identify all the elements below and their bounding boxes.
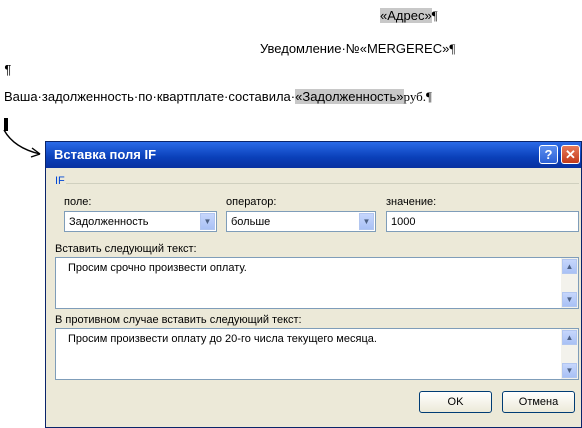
empty-paragraph: ¶: [4, 62, 11, 77]
value-label: значение:: [386, 196, 437, 208]
ok-button[interactable]: OK: [419, 391, 492, 413]
debt-line: Ваша·задолженность·по·квартплате·состави…: [4, 89, 432, 105]
insert-if-dialog: Вставка поля IF ? ✕ IF поле: Задолженнос…: [45, 141, 582, 428]
else-text-content: Просим произвести оплату до 20-го числа …: [68, 333, 377, 345]
cancel-button[interactable]: Отмена: [502, 391, 575, 413]
close-button[interactable]: ✕: [561, 145, 580, 164]
operator-combobox[interactable]: больше ▼: [226, 211, 376, 232]
field-label: поле:: [64, 196, 92, 208]
insert-text-content: Просим срочно произвести оплату.: [68, 262, 247, 274]
value-input[interactable]: 1000: [386, 211, 579, 232]
address-line: «Адрес»¶: [380, 8, 438, 24]
scroll-down-icon[interactable]: ▼: [562, 363, 577, 378]
address-field: «Адрес»: [380, 8, 432, 23]
value-text: 1000: [391, 216, 416, 228]
field-combobox[interactable]: Задолженность ▼: [64, 211, 217, 232]
group-divider: [66, 183, 579, 185]
else-scrollbar[interactable]: ▲ ▼: [561, 329, 578, 379]
debt-suffix: руб.: [403, 89, 427, 104]
help-button[interactable]: ?: [539, 145, 558, 164]
operator-value: больше: [231, 216, 271, 228]
scroll-up-icon[interactable]: ▲: [562, 259, 577, 274]
dropdown-arrow-icon[interactable]: ▼: [200, 213, 215, 230]
paragraph-mark: ¶: [449, 41, 456, 56]
debt-field: «Задолженность»: [295, 89, 404, 104]
else-text-label: В противном случае вставить следующий те…: [55, 314, 302, 326]
dialog-titlebar[interactable]: Вставка поля IF ? ✕: [46, 142, 581, 168]
arrow-pointer-icon: [3, 129, 41, 158]
insert-text-area[interactable]: Просим срочно произвести оплату. ▲ ▼: [55, 257, 579, 309]
dialog-title: Вставка поля IF: [54, 147, 157, 162]
operator-label: оператор:: [226, 196, 277, 208]
scroll-up-icon[interactable]: ▲: [562, 330, 577, 345]
dropdown-arrow-icon[interactable]: ▼: [359, 213, 374, 230]
paragraph-mark: ¶: [431, 8, 438, 23]
notice-text: Уведомление·№«MERGEREC»: [260, 41, 450, 56]
notice-line: Уведомление·№«MERGEREC»¶: [260, 41, 455, 57]
else-text-area[interactable]: Просим произвести оплату до 20-го числа …: [55, 328, 579, 380]
group-label-if: IF: [55, 175, 65, 187]
insert-text-label: Вставить следующий текст:: [55, 243, 197, 255]
scroll-down-icon[interactable]: ▼: [562, 292, 577, 307]
insert-scrollbar[interactable]: ▲ ▼: [561, 258, 578, 308]
debt-text: Ваша·задолженность·по·квартплате·состави…: [4, 89, 296, 104]
paragraph-mark: ¶: [426, 89, 432, 104]
field-value: Задолженность: [69, 216, 149, 228]
